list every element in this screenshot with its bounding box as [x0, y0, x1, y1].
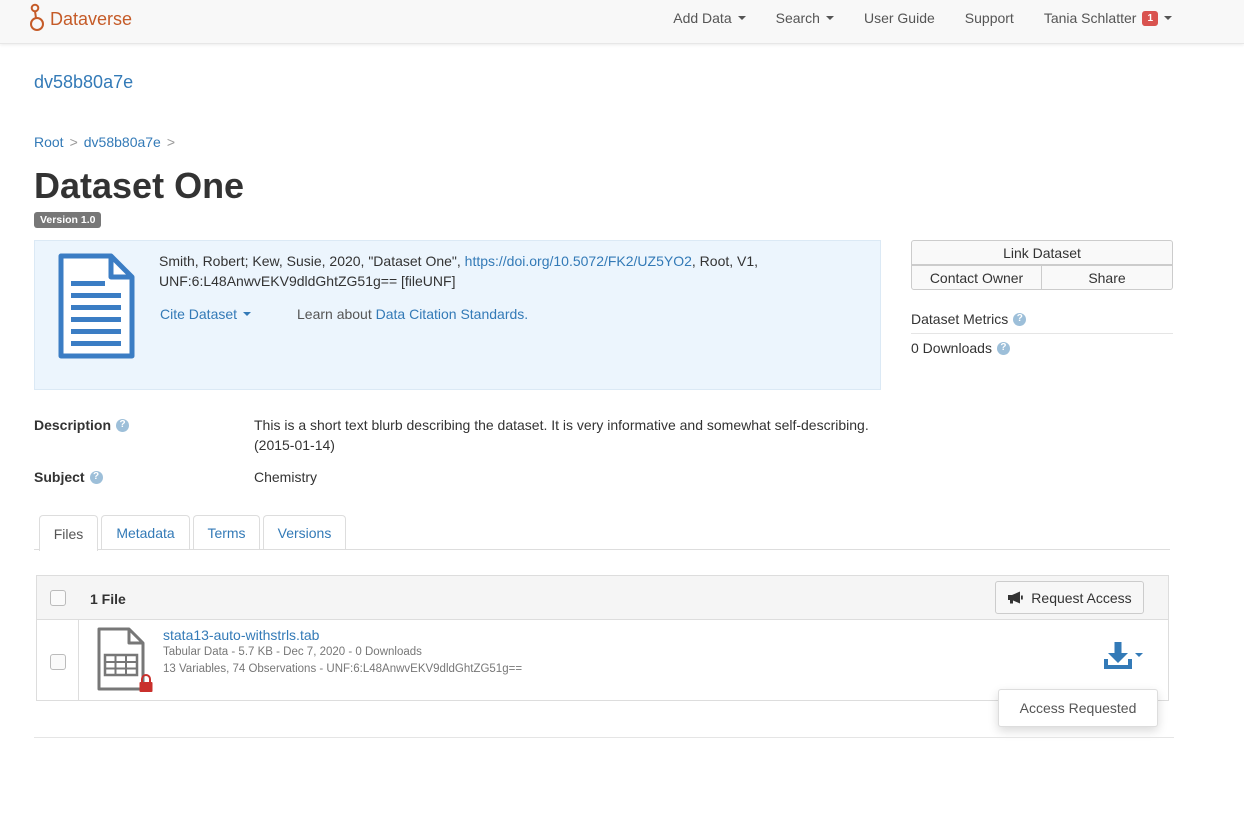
tabular-file-icon	[97, 627, 155, 696]
dataverse-logo-icon	[28, 3, 46, 36]
nav-menu: Add Data Search User Guide Support Tania…	[658, 0, 1244, 36]
help-icon[interactable]: ?	[1013, 312, 1027, 326]
breadcrumb-separator: >	[166, 134, 176, 150]
caret-down-icon	[737, 16, 746, 20]
file-metadata-line1: Tabular Data - 5.7 KB - Dec 7, 2020 - 0 …	[163, 646, 422, 658]
help-icon[interactable]: ?	[116, 418, 130, 432]
nav-search-label: Search	[775, 10, 820, 26]
contact-owner-button[interactable]: Contact Owner	[911, 265, 1042, 290]
cite-dataset-button[interactable]: Cite Dataset	[160, 306, 252, 322]
downloads-count-label: 0 Downloads	[911, 340, 992, 356]
file-name-link[interactable]: stata13-auto-withstrls.tab	[163, 627, 319, 643]
description-label-text: Description	[34, 417, 112, 433]
learn-about-text: Learn about Data Citation Standards.	[297, 306, 528, 322]
caret-down-icon	[243, 312, 252, 316]
downloads-count: 0 Downloads ?	[911, 340, 1010, 356]
row-divider	[78, 620, 79, 700]
dataset-metrics-label: Dataset Metrics	[911, 311, 1009, 327]
request-access-button[interactable]: Request Access	[995, 581, 1144, 614]
description-value: This is a short text blurb describing th…	[254, 417, 869, 453]
share-button[interactable]: Share	[1042, 265, 1173, 290]
file-row-checkbox[interactable]	[50, 654, 66, 670]
subject-label: Subject ?	[34, 469, 103, 485]
nav-user-menu[interactable]: Tania Schlatter 1	[1029, 0, 1244, 36]
file-count: 1 File	[90, 591, 126, 607]
citation-authors: Smith, Robert; Kew, Susie, 2020, "Datase…	[159, 253, 465, 269]
tab-terms[interactable]: Terms	[193, 515, 260, 550]
nav-add-data[interactable]: Add Data	[658, 0, 760, 36]
files-table-header: 1 File Request Access	[37, 576, 1168, 620]
download-button[interactable]	[1104, 641, 1143, 669]
tab-metadata[interactable]: Metadata	[101, 515, 190, 550]
citation-box: Smith, Robert; Kew, Susie, 2020, "Datase…	[34, 240, 881, 390]
dataset-tabs: Files Metadata Terms Versions	[34, 514, 1170, 551]
breadcrumb: Root > dv58b80a7e >	[34, 134, 181, 150]
nav-user-guide[interactable]: User Guide	[849, 0, 950, 36]
nav-search[interactable]: Search	[761, 0, 849, 36]
notification-badge: 1	[1142, 10, 1158, 26]
cite-dataset-label: Cite Dataset	[160, 306, 238, 322]
download-dropdown-menu: Access Requested	[998, 689, 1158, 727]
caret-down-icon	[1135, 653, 1143, 657]
tab-files[interactable]: Files	[39, 515, 98, 551]
breadcrumb-root[interactable]: Root	[34, 134, 64, 150]
nav-support[interactable]: Support	[950, 0, 1029, 36]
dataverse-title-link[interactable]: dv58b80a7e	[34, 72, 133, 93]
tab-versions[interactable]: Versions	[263, 515, 346, 550]
file-metadata-line2: 13 Variables, 74 Observations - UNF:6:L4…	[163, 663, 523, 675]
nav-user-guide-label: User Guide	[863, 10, 935, 26]
page-title: Dataset One	[34, 165, 245, 206]
select-all-checkbox[interactable]	[50, 590, 66, 606]
megaphone-icon	[1007, 591, 1024, 604]
user-name: Tania Schlatter	[1043, 10, 1137, 26]
nav-add-data-label: Add Data	[673, 10, 732, 26]
nav-support-label: Support	[964, 10, 1014, 26]
caret-down-icon	[1164, 16, 1172, 20]
link-dataset-button[interactable]: Link Dataset	[911, 240, 1173, 265]
citation-unf: UNF:6:L48AnwvEKV9dldGhtZG51g== [fileUNF]	[159, 273, 456, 289]
navbar: Dataverse Add Data Search User Guide Sup…	[0, 0, 1244, 44]
footer-divider	[34, 737, 1174, 738]
subject-label-text: Subject	[34, 469, 85, 485]
description-label: Description ?	[34, 417, 130, 433]
document-icon	[57, 253, 135, 362]
access-requested-item[interactable]: Access Requested	[1020, 700, 1137, 716]
brand-name: Dataverse	[50, 8, 133, 29]
citation-suffix: , Root, V1,	[691, 253, 759, 269]
dataset-metrics-heading: Dataset Metrics ?	[911, 311, 1173, 334]
caret-down-icon	[825, 16, 834, 20]
help-icon[interactable]: ?	[996, 341, 1010, 355]
learn-about-prefix: Learn about	[297, 306, 376, 322]
download-icon	[1104, 641, 1132, 669]
subject-value: Chemistry	[254, 469, 318, 485]
breadcrumb-dataverse[interactable]: dv58b80a7e	[84, 134, 161, 150]
files-table: 1 File Request Access stata13-auto-withs…	[36, 575, 1169, 701]
lock-icon	[139, 674, 153, 692]
brand-logo[interactable]: Dataverse	[28, 3, 132, 35]
citation-doi-link[interactable]: https://doi.org/10.5072/FK2/UZ5YO2	[465, 253, 692, 269]
breadcrumb-separator: >	[69, 134, 78, 150]
help-icon[interactable]: ?	[89, 470, 103, 484]
data-citation-standards-link[interactable]: Data Citation Standards.	[376, 306, 529, 322]
request-access-label: Request Access	[1031, 589, 1132, 606]
citation-text: Smith, Robert; Kew, Susie, 2020, "Datase…	[159, 251, 859, 291]
version-badge: Version 1.0	[34, 212, 102, 228]
